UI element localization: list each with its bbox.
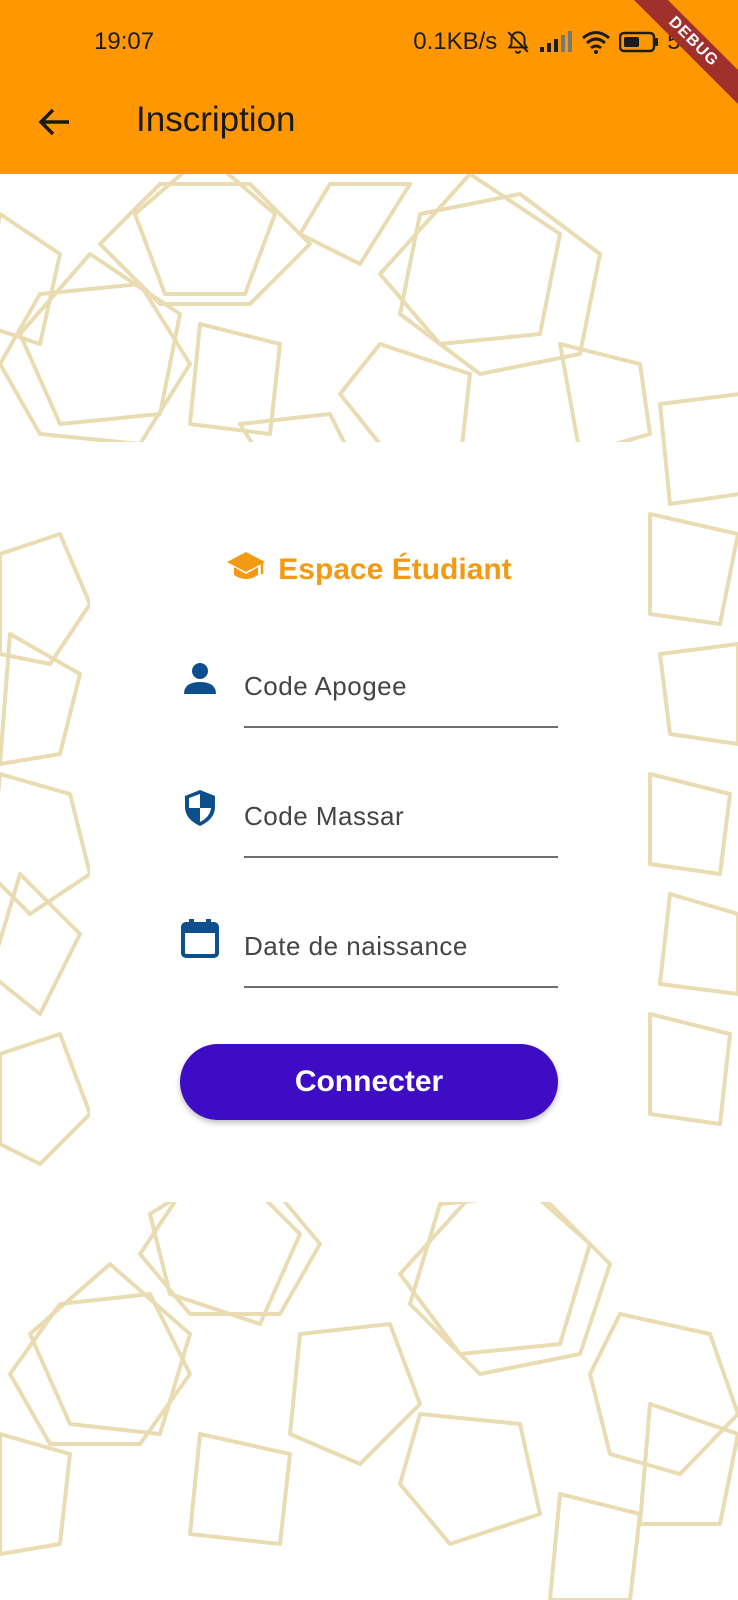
status-time: 19:07	[94, 28, 155, 55]
wifi-icon	[581, 30, 611, 54]
birth-date-field	[180, 898, 558, 998]
content-area: Espace Étudiant Connecter	[0, 174, 738, 1600]
battery-level: 50	[667, 28, 694, 55]
signal-icon	[539, 31, 573, 53]
shield-icon	[180, 788, 220, 828]
card-title: Espace Étudiant	[278, 552, 512, 586]
person-icon	[180, 658, 220, 698]
code-massar-field	[180, 768, 558, 868]
arrow-back-icon	[37, 107, 71, 142]
back-button[interactable]	[28, 98, 80, 150]
page-title: Inscription	[136, 100, 296, 139]
app-bar: Inscription	[0, 84, 738, 174]
status-indicators: 0.1KB/s 50	[413, 28, 694, 56]
muted-bell-icon	[505, 29, 531, 55]
status-bar: 19:07 0.1KB/s 50	[0, 0, 738, 84]
code-apogee-input[interactable]	[244, 638, 558, 728]
graduation-cap-icon	[226, 550, 266, 589]
battery-icon	[619, 31, 659, 53]
login-card: Espace Étudiant Connecter	[90, 442, 648, 1202]
connect-button[interactable]: Connecter	[180, 1044, 558, 1120]
birth-date-input[interactable]	[244, 898, 558, 988]
card-header: Espace Étudiant	[90, 550, 648, 589]
calendar-icon	[180, 918, 220, 958]
network-speed: 0.1KB/s	[413, 28, 498, 55]
code-massar-input[interactable]	[244, 768, 558, 858]
code-apogee-field	[180, 638, 558, 738]
